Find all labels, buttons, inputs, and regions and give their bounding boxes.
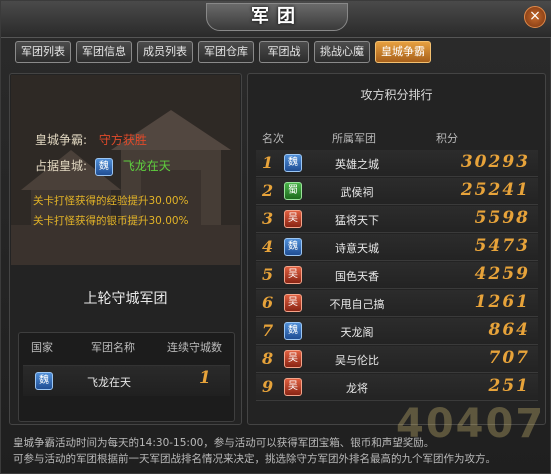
- rank-guild-name: 猛将天下: [335, 214, 379, 227]
- ranking-row[interactable]: 4 魏 诗意天城 5473: [256, 234, 538, 261]
- tab-legion-war[interactable]: 军团战: [259, 41, 309, 63]
- ranking-row[interactable]: 8 吴 吴与伦比 707: [256, 346, 538, 373]
- ranking-row[interactable]: 2 蜀 武侯祠 25241: [256, 178, 538, 205]
- rank-number: 5: [262, 265, 274, 284]
- occupy-label: 占据皇城:: [35, 159, 88, 173]
- rank-score: 25241: [460, 180, 530, 200]
- defender-row[interactable]: 魏 飞龙在天 1: [23, 365, 230, 396]
- attacker-ranking-panel: 攻方积分排行 名次 所属军团 积分 1 魏 英雄之城 30293 2 蜀 武侯祠…: [247, 73, 546, 425]
- bonus-silver: 关卡打怪获得的银币提升30.00%: [33, 215, 189, 227]
- rank-number: 6: [262, 293, 274, 312]
- ranking-row[interactable]: 5 吴 国色天香 4259: [256, 262, 538, 289]
- ranking-row[interactable]: 6 吴 不甩自己搞 1261: [256, 290, 538, 317]
- ranking-title: 攻方积分排行: [360, 88, 433, 102]
- legion-window: 军团 × 军团列表 军团信息 成员列表 军团仓库 军团战 挑战心魔 皇城争霸 皇…: [0, 0, 551, 474]
- header-score: 积分: [436, 132, 458, 145]
- rank-score: 5598: [474, 208, 530, 228]
- contest-label-text: 皇城争霸:: [35, 133, 88, 147]
- defender-guild-name: 飞龙在天: [87, 376, 131, 389]
- wei-kingdom-icon: 魏: [284, 238, 302, 256]
- rank-number: 4: [262, 237, 274, 256]
- rank-score: 1261: [474, 292, 530, 312]
- rank-score: 251: [488, 376, 530, 396]
- wu-kingdom-icon: 吴: [284, 210, 302, 228]
- header-rank: 名次: [262, 132, 284, 145]
- wei-kingdom-icon: 魏: [35, 372, 53, 390]
- tab-legion-storage[interactable]: 军团仓库: [198, 41, 254, 63]
- wu-kingdom-icon: 吴: [284, 378, 302, 396]
- wu-kingdom-icon: 吴: [284, 294, 302, 312]
- rank-number: 2: [262, 181, 274, 200]
- rank-number: 7: [262, 321, 274, 340]
- tab-member-list[interactable]: 成员列表: [137, 41, 193, 63]
- bonus-exp: 关卡打怪获得的经验提升30.00%: [33, 195, 189, 207]
- occupy-row: 占据皇城: 魏 飞龙在天: [35, 157, 171, 176]
- rank-guild-name: 诗意天城: [335, 242, 379, 255]
- tab-bar: 军团列表 军团信息 成员列表 军团仓库 军团战 挑战心魔 皇城争霸: [15, 41, 431, 63]
- ranking-row[interactable]: 1 魏 英雄之城 30293: [256, 150, 538, 177]
- ranking-row[interactable]: 3 吴 猛将天下 5598: [256, 206, 538, 233]
- imperial-status-panel: 皇城争霸: 守方获胜 占据皇城: 魏 飞龙在天 关卡打怪获得的经验提升30.00…: [9, 73, 242, 425]
- ranking-row[interactable]: 9 吴 龙将 251: [256, 374, 538, 401]
- ranking-row[interactable]: 7 魏 天龙阁 864: [256, 318, 538, 345]
- wei-kingdom-icon: 魏: [284, 322, 302, 340]
- def-header-streak: 连续守城数: [167, 341, 222, 354]
- notice-line-2: 可参与活动的军团根据前一天军团战排名情况来决定，挑选除守方军团外排名最高的九个军…: [13, 453, 496, 465]
- rank-guild-name: 不甩自己搞: [329, 298, 385, 311]
- tab-inner-demon[interactable]: 挑战心魔: [314, 41, 370, 63]
- rank-score: 864: [488, 320, 530, 340]
- rank-score: 30293: [460, 152, 530, 172]
- ranking-list: 1 魏 英雄之城 30293 2 蜀 武侯祠 25241 3 吴 猛将天下 55…: [256, 150, 538, 402]
- window-title: 军团: [206, 3, 348, 31]
- header-guild: 所属军团: [332, 132, 376, 145]
- defender-section-title: 上轮守城军团: [83, 291, 168, 307]
- wei-kingdom-icon: 魏: [284, 154, 302, 172]
- tab-imperial-city[interactable]: 皇城争霸: [375, 41, 431, 63]
- title-bar: 军团 ×: [1, 1, 551, 38]
- rank-number: 9: [262, 377, 274, 396]
- rank-guild-name: 龙将: [346, 382, 368, 395]
- defender-table: 国家 军团名称 连续守城数 魏 飞龙在天 1: [18, 332, 235, 422]
- tab-legion-list[interactable]: 军团列表: [15, 41, 71, 63]
- notice-line-1: 皇城争霸活动时间为每天的14:30-15:00，参与活动可以获得军团宝箱、银币和…: [13, 437, 435, 449]
- occupy-guild: 飞龙在天: [122, 159, 171, 173]
- wu-kingdom-icon: 吴: [284, 350, 302, 368]
- contest-result: 守方获胜: [98, 133, 147, 147]
- defender-streak: 1: [199, 368, 211, 388]
- rank-number: 1: [262, 153, 274, 172]
- rank-number: 8: [262, 349, 274, 368]
- tab-legion-info[interactable]: 军团信息: [76, 41, 132, 63]
- rank-guild-name: 吴与伦比: [335, 354, 379, 367]
- rank-guild-name: 武侯祠: [340, 186, 374, 199]
- rank-score: 707: [488, 348, 530, 368]
- def-header-kingdom: 国家: [31, 341, 53, 354]
- rank-guild-name: 国色天香: [335, 270, 379, 283]
- rank-score: 5473: [474, 236, 530, 256]
- palace-illustration: 皇城争霸: 守方获胜 占据皇城: 魏 飞龙在天 关卡打怪获得的经验提升30.00…: [11, 75, 240, 265]
- rank-guild-name: 天龙阁: [340, 326, 374, 339]
- close-button[interactable]: ×: [524, 6, 546, 28]
- rank-score: 4259: [474, 264, 530, 284]
- rank-number: 3: [262, 209, 274, 228]
- wei-kingdom-icon: 魏: [94, 157, 113, 176]
- event-notice: 皇城争霸活动时间为每天的14:30-15:00，参与活动可以获得军团宝箱、银币和…: [13, 435, 543, 467]
- rank-guild-name: 英雄之城: [335, 158, 379, 171]
- wu-kingdom-icon: 吴: [284, 266, 302, 284]
- contest-label: 皇城争霸: 守方获胜: [35, 131, 147, 148]
- shu-kingdom-icon: 蜀: [284, 182, 302, 200]
- def-header-name: 军团名称: [91, 341, 135, 354]
